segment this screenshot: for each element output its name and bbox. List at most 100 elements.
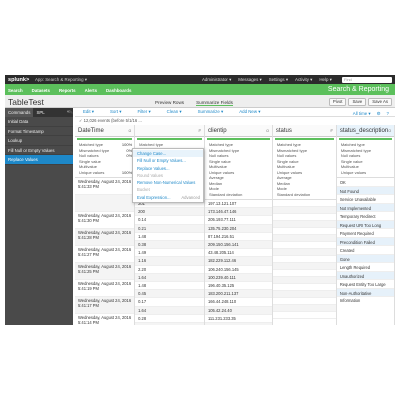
table-cell[interactable]: 166.44.248.110 [204, 298, 272, 307]
gear-icon[interactable]: ⚙ [377, 111, 381, 117]
table-cell[interactable]: Wednesday, August 24, 2016 5:41:33 PM [75, 178, 135, 195]
table-cell[interactable]: Wednesday, August 24, 2016 5:41:19 PM [75, 280, 135, 297]
table-cell[interactable]: 1.64 [135, 273, 204, 283]
edit-menu[interactable]: Edit ▾ [83, 109, 94, 115]
nav-alerts[interactable]: Alerts [85, 88, 97, 93]
table-cell[interactable]: 1.48 [135, 282, 204, 291]
column-datetime[interactable]: DateTime α Matched type 100% Mismatched typ… [75, 125, 136, 325]
table-cell[interactable]: Request Entity Too Large [336, 280, 394, 289]
table-cell[interactable] [272, 291, 336, 298]
help-menu[interactable]: Help ▾ [319, 77, 331, 83]
table-cell[interactable]: Wednesday, August 24, 2016 5:41:28 PM [75, 229, 135, 246]
nav-search[interactable]: Search [8, 88, 23, 93]
table-cell[interactable]: OK [336, 178, 394, 187]
add-new-menu[interactable]: Add New ▾ [239, 109, 260, 115]
table-cell[interactable]: 2.20 [135, 266, 204, 274]
table-cell[interactable]: Length Required [336, 263, 394, 272]
table-cell[interactable]: 0.17 [135, 298, 204, 307]
table-cell[interactable]: 1.64 [135, 306, 204, 315]
splunk-logo[interactable]: splunk> [8, 77, 29, 83]
table-cell[interactable] [272, 263, 336, 270]
column-header[interactable]: clientip α [204, 125, 272, 137]
table-cell[interactable]: 0.16 [135, 323, 204, 325]
table-cell[interactable]: Request URI Too Long [336, 220, 394, 229]
nav-reports[interactable]: Reports [59, 88, 76, 93]
table-cell[interactable]: Wednesday, August 24, 2016 5:41:17 PM [75, 297, 135, 314]
table-cell[interactable] [272, 312, 336, 319]
sort-menu[interactable]: Sort ▾ [110, 109, 121, 115]
sidebar-item-replace-values[interactable]: Replace Values [5, 155, 73, 165]
time-range-picker[interactable]: All time ▾ [353, 111, 371, 117]
table-cell[interactable]: Gone [336, 254, 394, 263]
table-cell[interactable]: 183.200.211.137 [204, 290, 272, 299]
table-cell[interactable]: Not Found [336, 186, 394, 195]
table-cell[interactable]: 100.239.40.111 [204, 273, 272, 283]
find-input[interactable]: Find [342, 76, 392, 83]
table-cell[interactable]: Precondition Failed [336, 237, 394, 246]
table-cell[interactable]: 196.40.35.125 [204, 282, 272, 291]
table-cell[interactable]: Unauthorized [336, 271, 394, 280]
table-cell[interactable] [272, 242, 336, 249]
table-cell[interactable] [272, 235, 336, 242]
messages-menu[interactable]: Messages ▾ [238, 77, 261, 83]
table-cell[interactable]: Not Implemented [336, 203, 394, 212]
column-status[interactable]: status # Matched type Mismatched type Null … [272, 125, 337, 325]
table-cell[interactable] [272, 207, 336, 214]
table-cell[interactable]: 173.146.47.146 [204, 208, 272, 217]
table-cell[interactable] [272, 256, 336, 263]
table-cell[interactable]: Payment Required [336, 229, 394, 238]
edit-icon[interactable]: ✎ [69, 110, 73, 116]
table-cell[interactable]: 197.13.121.107 [204, 200, 272, 209]
table-cell[interactable]: Non-Authoritative Information [336, 288, 394, 303]
table-cell[interactable]: 209.150.156.141 [204, 241, 272, 250]
table-cell[interactable]: 1.49 [135, 249, 204, 258]
table-cell[interactable]: 1.16 [135, 257, 204, 266]
table-cell[interactable] [272, 249, 336, 256]
summarize-menu[interactable]: Summarize ▾ [198, 109, 224, 115]
column-header[interactable]: status # [272, 125, 336, 137]
table-cell[interactable] [272, 221, 336, 228]
column-header[interactable]: status_description α [336, 125, 394, 137]
table-cell[interactable]: Service Unavailable [336, 195, 394, 204]
table-cell[interactable]: Wednesday, August 24, 2016 5:41:25 PM [75, 263, 135, 280]
nav-datasets[interactable]: Datasets [32, 88, 50, 93]
table-cell[interactable]: 43.48.205.114 [204, 249, 272, 258]
clean-menu[interactable]: Clean ▾ [167, 109, 182, 115]
column-header[interactable]: # [135, 125, 204, 137]
activity-menu[interactable]: Activity ▾ [295, 77, 312, 83]
table-cell[interactable]: Wednesday, August 24, 2016 5:41:30 PM [75, 212, 135, 229]
table-cell[interactable]: 0.14 [135, 216, 204, 225]
menu-item-remove-non-numerical[interactable]: Remove Non-Numerical Values [133, 179, 203, 186]
tab-spl[interactable]: SPL [33, 108, 47, 117]
table-cell[interactable] [272, 228, 336, 235]
nav-dashboards[interactable]: Dashboards [106, 88, 131, 93]
menu-item-replace-values[interactable]: Replace Values... [133, 165, 203, 172]
help-icon[interactable]: ? [387, 111, 389, 117]
column-status-description[interactable]: status_description α Matched type Mismatch… [336, 125, 395, 325]
table-cell[interactable]: 87.194.216.51 [204, 233, 272, 242]
table-cell[interactable]: 0.45 [135, 290, 204, 299]
table-cell[interactable] [75, 195, 135, 212]
sidebar-item-fill-null[interactable]: Fill Null or Empty Values [5, 146, 73, 155]
table-cell[interactable]: 106.240.156.145 [204, 266, 272, 274]
table-cell[interactable]: 105.42.24.40 [204, 306, 272, 315]
table-cell[interactable] [272, 305, 336, 312]
table-cell[interactable]: Wednesday, August 24, 2016 5:41:14 PM [75, 314, 134, 325]
menu-item-change-case[interactable]: Change Case... [133, 150, 203, 158]
table-cell[interactable]: Wednesday, August 24, 2016 5:41:27 PM [75, 246, 135, 263]
table-cell[interactable]: 135.75.230.204 [204, 224, 272, 233]
table-cell[interactable] [272, 270, 336, 277]
table-cell[interactable]: Temporary Redirect [336, 212, 394, 221]
table-cell[interactable]: 1.48 [135, 233, 204, 242]
table-cell[interactable] [272, 214, 336, 221]
table-cell[interactable]: 205.193.77.111 [204, 216, 272, 225]
sidebar-item-lookup[interactable]: Lookup [5, 136, 73, 146]
tab-summarize-fields[interactable]: Summarize Fields [196, 100, 233, 106]
menu-item-eval-expression[interactable]: Eval Expression... Advanced [133, 194, 203, 201]
table-cell[interactable]: 0.28 [135, 315, 204, 324]
column-header[interactable]: DateTime α [75, 125, 135, 137]
table-cell[interactable]: 0.21 [135, 224, 204, 233]
table-cell[interactable]: 111.231.233.35 [204, 315, 272, 324]
table-cell[interactable]: 182.229.112.46 [204, 257, 272, 266]
settings-menu[interactable]: Settings ▾ [269, 77, 288, 83]
